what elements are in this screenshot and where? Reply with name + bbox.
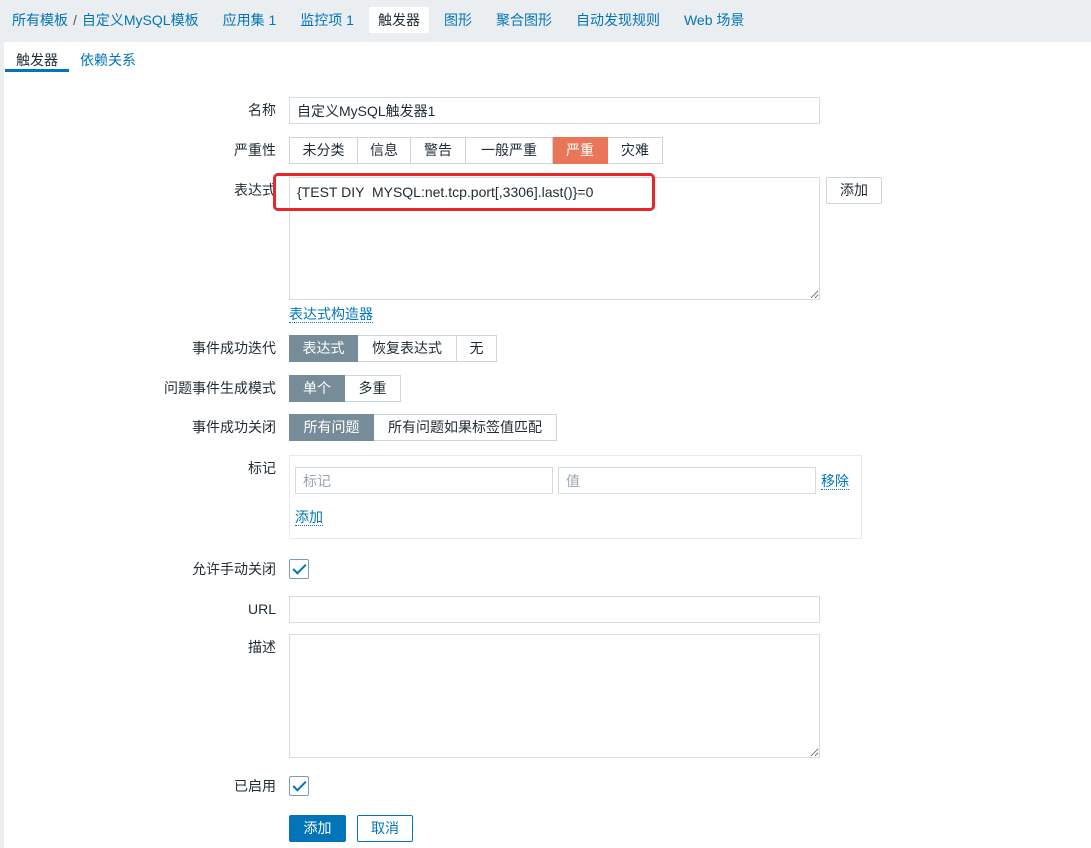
- add-button[interactable]: 添加: [289, 815, 346, 842]
- severity-high[interactable]: 严重: [553, 137, 608, 164]
- name-label: 名称: [248, 102, 276, 118]
- expression-builder-link[interactable]: 表达式构造器: [289, 306, 373, 323]
- severity-row: 严重性 未分类 信息 警告 一般严重 严重 灾难: [0, 137, 1091, 164]
- trigger-form: 名称 严重性 未分类 信息 警告 一般严重 严重 灾难 表达式 {TEST DI…: [0, 90, 1091, 848]
- severity-warning[interactable]: 警告: [411, 137, 466, 164]
- nav-triggers[interactable]: 触发器: [368, 7, 429, 33]
- ok-event-generation-label: 事件成功迭代: [192, 340, 276, 356]
- header-navigation: 所有模板 / 自定义MySQL模板 应用集 1 监控项 1 触发器 图形 聚合图形 …: [0, 0, 1091, 42]
- ok-event-generation-selector: 表达式 恢复表达式 无: [289, 335, 497, 362]
- severity-label: 严重性: [234, 142, 276, 158]
- url-label: URL: [247, 601, 276, 617]
- ok-event-recovery-expression[interactable]: 恢复表达式: [358, 335, 457, 362]
- severity-information[interactable]: 信息: [358, 137, 411, 164]
- ok-event-generation-row: 事件成功迭代 表达式 恢复表达式 无: [0, 335, 1091, 362]
- problem-mode-multiple[interactable]: 多重: [345, 375, 401, 402]
- tab-dependencies[interactable]: 依赖关系: [69, 51, 147, 72]
- name-row: 名称: [0, 97, 1091, 124]
- expression-builder-row: 表达式构造器: [0, 306, 1091, 324]
- closes-all-problems[interactable]: 所有问题: [289, 414, 374, 441]
- enabled-row: 已启用: [0, 776, 1091, 796]
- closes-tag-match[interactable]: 所有问题如果标签值匹配: [374, 414, 557, 441]
- breadcrumb: 所有模板 / 自定义MySQL模板: [3, 7, 208, 33]
- breadcrumb-all-templates-link[interactable]: 所有模板: [12, 12, 68, 28]
- problem-mode-selector: 单个 多重: [289, 375, 401, 402]
- ok-event-none[interactable]: 无: [457, 335, 497, 362]
- severity-average[interactable]: 一般严重: [466, 137, 553, 164]
- description-label: 描述: [248, 639, 276, 655]
- ok-event-closes-selector: 所有问题 所有问题如果标签值匹配: [289, 414, 557, 441]
- description-row: 描述: [0, 634, 1091, 758]
- name-input[interactable]: [289, 97, 820, 124]
- problem-mode-single[interactable]: 单个: [289, 375, 345, 402]
- nav-screens[interactable]: 聚合图形: [487, 7, 561, 33]
- expression-add-button[interactable]: 添加: [826, 177, 882, 204]
- nav-graphs[interactable]: 图形: [435, 7, 481, 33]
- cancel-button[interactable]: 取消: [357, 815, 413, 842]
- enabled-label: 已启用: [234, 778, 276, 794]
- description-textarea[interactable]: [289, 634, 820, 758]
- manual-close-row: 允许手动关闭: [0, 559, 1091, 579]
- tag-remove-link[interactable]: 移除: [821, 473, 849, 490]
- breadcrumb-separator: /: [73, 12, 77, 28]
- nav-web-scenarios[interactable]: Web 场景: [675, 7, 753, 33]
- url-input[interactable]: [289, 596, 820, 623]
- problem-mode-label: 问题事件生成模式: [164, 380, 276, 396]
- severity-disaster[interactable]: 灾难: [608, 137, 663, 164]
- breadcrumb-template-link[interactable]: 自定义MySQL模板: [82, 12, 199, 28]
- tags-label: 标记: [248, 460, 276, 476]
- manual-close-label: 允许手动关闭: [192, 561, 276, 577]
- severity-selector: 未分类 信息 警告 一般严重 严重 灾难: [289, 137, 663, 164]
- ok-event-closes-label: 事件成功关闭: [192, 419, 276, 435]
- expression-textarea[interactable]: {TEST DIY MYSQL:net.tcp.port[,3306].last…: [289, 177, 820, 300]
- tag-name-input[interactable]: [295, 467, 553, 494]
- tag-value-input[interactable]: [558, 467, 816, 494]
- manual-close-checkbox[interactable]: [289, 559, 309, 579]
- url-row: URL: [0, 596, 1091, 623]
- tags-row: 标记 移除 添加: [0, 455, 1091, 539]
- ok-event-closes-row: 事件成功关闭 所有问题 所有问题如果标签值匹配: [0, 414, 1091, 441]
- nav-items[interactable]: 监控项 1: [291, 7, 363, 33]
- severity-not-classified[interactable]: 未分类: [289, 137, 358, 164]
- expression-label: 表达式: [234, 182, 276, 198]
- tab-trigger[interactable]: 触发器: [5, 51, 69, 72]
- expression-row: 表达式 {TEST DIY MYSQL:net.tcp.port[,3306].…: [0, 177, 1091, 300]
- enabled-checkbox[interactable]: [289, 776, 309, 796]
- nav-applications[interactable]: 应用集 1: [214, 7, 286, 33]
- tab-list: 触发器 依赖关系: [5, 51, 147, 72]
- navigation-row: 所有模板 / 自定义MySQL模板 应用集 1 监控项 1 触发器 图形 聚合图形 …: [3, 7, 753, 33]
- problem-mode-row: 问题事件生成模式 单个 多重: [0, 375, 1091, 402]
- ok-event-expression[interactable]: 表达式: [289, 335, 358, 362]
- nav-discovery-rules[interactable]: 自动发现规则: [567, 7, 669, 33]
- tag-add-link[interactable]: 添加: [295, 509, 323, 526]
- form-buttons-row: 添加 取消: [0, 815, 1091, 842]
- tags-table: 移除 添加: [289, 455, 862, 539]
